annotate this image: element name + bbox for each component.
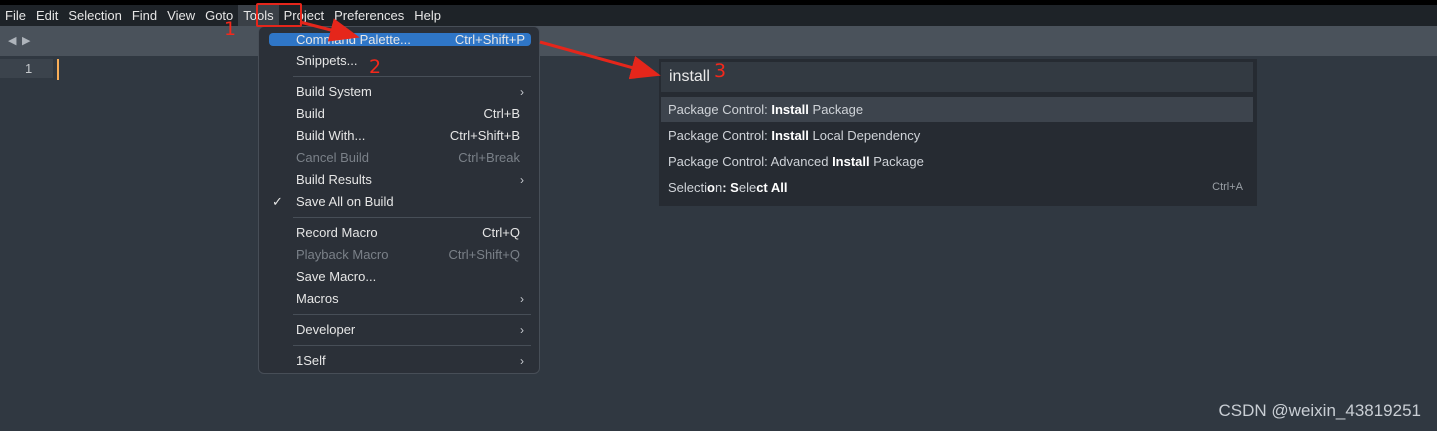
menu-item-shortcut: Ctrl+Shift+P — [454, 32, 525, 47]
menu-item-label: Playback Macro — [296, 247, 389, 262]
result-match: o — [707, 180, 715, 195]
result-text: Package — [808, 102, 864, 117]
menu-item-label: Command Palette... — [296, 32, 411, 47]
text-caret — [57, 59, 59, 80]
command-palette: install Package Control: Install Package… — [659, 59, 1257, 206]
menu-item-build-with[interactable]: Build With... Ctrl+Shift+B — [262, 126, 534, 146]
menu-item-macros[interactable]: Macros › — [262, 289, 534, 309]
menu-item-snippets[interactable]: Snippets... — [262, 51, 534, 71]
menu-view[interactable]: View — [162, 5, 200, 26]
palette-result-item[interactable]: Selection: Select All Ctrl+A — [661, 175, 1253, 200]
checkmark-icon: ✓ — [272, 194, 283, 209]
result-match: Install — [832, 154, 870, 169]
menu-separator — [293, 217, 531, 218]
menu-item-playback-macro: Playback Macro Ctrl+Shift+Q — [262, 245, 534, 265]
tab-scroll-right-icon[interactable]: ▶ — [22, 34, 30, 47]
menu-item-cancel-build: Cancel Build Ctrl+Break — [262, 148, 534, 168]
tab-scroll-left-icon[interactable]: ◀ — [8, 34, 16, 47]
menu-item-shortcut: Ctrl+Shift+Q — [448, 247, 520, 262]
annotation-highlight-box — [256, 3, 302, 27]
result-text: Package Control: Advanced — [668, 154, 833, 169]
result-text: ele — [738, 180, 757, 195]
submenu-arrow-icon: › — [520, 85, 524, 99]
menu-separator — [293, 345, 531, 346]
tab-bar: ◀ ▶ — [0, 26, 1437, 56]
result-shortcut: Ctrl+A — [1212, 181, 1243, 193]
menu-item-1self[interactable]: 1Self › — [262, 351, 534, 371]
menu-item-label: Macros — [296, 291, 339, 306]
menu-item-label: Record Macro — [296, 225, 378, 240]
submenu-arrow-icon: › — [520, 292, 524, 306]
menu-item-shortcut: Ctrl+Break — [458, 150, 520, 165]
result-text: Package — [869, 154, 924, 169]
annotation-number-3: 3 — [714, 60, 727, 82]
menu-item-shortcut: Ctrl+B — [483, 106, 520, 121]
menu-item-save-all-on-build[interactable]: ✓ Save All on Build — [262, 192, 534, 212]
menu-separator — [293, 76, 531, 77]
palette-result-item[interactable]: Package Control: Advanced Install Packag… — [661, 149, 1253, 174]
palette-search-input[interactable]: install — [661, 62, 1253, 92]
menu-item-label: Build With... — [296, 128, 366, 143]
menu-separator — [293, 314, 531, 315]
menu-item-record-macro[interactable]: Record Macro Ctrl+Q — [262, 223, 534, 243]
menu-item-label: 1Self — [296, 353, 326, 368]
submenu-arrow-icon: › — [520, 323, 524, 337]
menu-item-save-macro[interactable]: Save Macro... — [262, 267, 534, 287]
submenu-arrow-icon: › — [520, 354, 524, 368]
menu-item-shortcut: Ctrl+Shift+B — [449, 128, 520, 143]
menu-item-label: Build — [296, 106, 325, 121]
result-text: Package Control: — [668, 128, 772, 143]
menu-item-label: Snippets... — [296, 53, 358, 68]
palette-result-item[interactable]: Package Control: Install Local Dependenc… — [661, 123, 1253, 148]
menu-item-build-system[interactable]: Build System › — [262, 82, 534, 102]
result-text: Package Control: — [668, 102, 772, 117]
menu-item-command-palette[interactable]: Command Palette... Ctrl+Shift+P — [269, 33, 531, 46]
menu-preferences[interactable]: Preferences — [329, 5, 409, 26]
watermark: CSDN @weixin_43819251 — [1218, 401, 1421, 420]
menu-item-label: Cancel Build — [296, 150, 369, 165]
menu-item-label: Developer — [296, 322, 356, 337]
palette-query-text: install — [669, 68, 710, 85]
menu-item-label: Save Macro... — [296, 269, 377, 284]
menu-item-label: Build Results — [296, 172, 372, 187]
menu-file[interactable]: File — [0, 5, 31, 26]
menu-item-shortcut: Ctrl+Q — [482, 225, 520, 240]
result-text: Selecti — [668, 180, 708, 195]
menu-item-build[interactable]: Build Ctrl+B — [262, 104, 534, 124]
menu-help[interactable]: Help — [409, 5, 446, 26]
result-match: Install — [771, 128, 809, 143]
menu-bar: File Edit Selection Find View Goto Tools… — [0, 5, 1437, 26]
annotation-number-1: 1 — [224, 18, 237, 40]
menu-edit[interactable]: Edit — [31, 5, 63, 26]
palette-result-item[interactable]: Package Control: Install Package — [661, 97, 1253, 122]
submenu-arrow-icon: › — [520, 173, 524, 187]
line-number: 1 — [25, 61, 33, 76]
result-match: Install — [771, 102, 809, 117]
menu-item-developer[interactable]: Developer › — [262, 320, 534, 340]
result-text: Local Dependency — [808, 128, 921, 143]
menu-item-build-results[interactable]: Build Results › — [262, 170, 534, 190]
annotation-number-2: 2 — [369, 56, 382, 78]
menu-item-label: Build System — [296, 84, 372, 99]
result-match: : S — [722, 180, 739, 195]
menu-find[interactable]: Find — [127, 5, 162, 26]
menu-item-label: Save All on Build — [296, 194, 394, 209]
menu-selection[interactable]: Selection — [63, 5, 126, 26]
tools-menu-dropdown: Command Palette... Ctrl+Shift+P Snippets… — [258, 26, 540, 374]
result-match: ct All — [756, 180, 788, 195]
